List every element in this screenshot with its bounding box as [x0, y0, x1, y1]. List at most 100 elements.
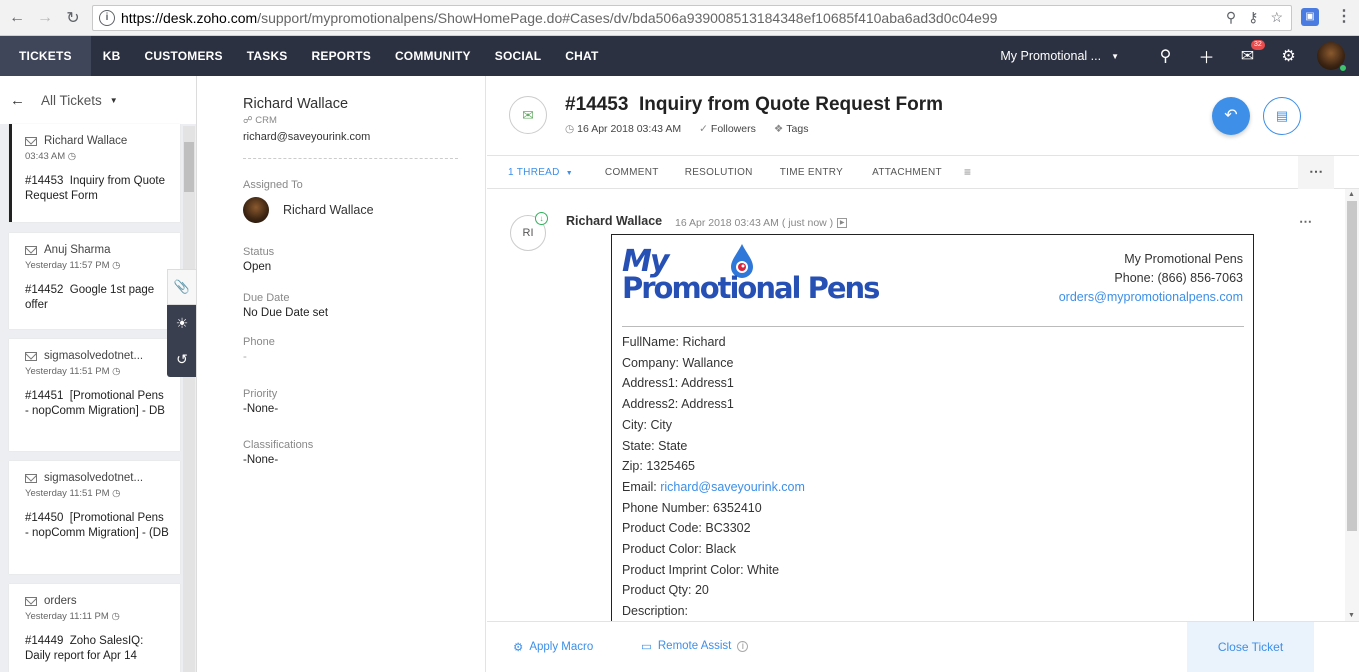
ticket-number: #14450	[25, 512, 64, 524]
reload-icon[interactable]: ↻	[62, 7, 84, 29]
ticket-time: Yesterday 11:51 PM ◷	[25, 366, 170, 377]
email-divider	[622, 326, 1244, 327]
tab-tasks[interactable]: TASKS	[235, 36, 300, 76]
classifications-value[interactable]: -None-	[243, 454, 485, 466]
gear-icon[interactable]: ⚙	[1268, 46, 1309, 66]
main-scrollbar-thumb[interactable]	[1347, 201, 1357, 531]
add-icon[interactable]: ＋	[1186, 44, 1227, 68]
priority-value[interactable]: -None-	[243, 403, 485, 415]
chevron-down-icon[interactable]: ▼	[110, 96, 118, 105]
field-value: White	[747, 562, 780, 577]
comment-button[interactable]: ▤	[1263, 97, 1301, 135]
main-scrollbar[interactable]: ▲ ▼	[1345, 189, 1359, 621]
form-field-row: Email: richard@saveyourink.com	[622, 477, 805, 498]
view-selector[interactable]: All Tickets	[41, 93, 102, 108]
tab-resolution[interactable]: RESOLUTION	[685, 167, 753, 178]
tags-link[interactable]: ❖ Tags	[774, 123, 809, 135]
status-clock-icon: ◷	[112, 260, 121, 271]
ticket-list-item[interactable]: sigmasolvedotnet... Yesterday 11:51 PM ◷ #…	[9, 339, 180, 451]
ticket-list-item[interactable]: Richard Wallace 03:43 AM ◷ #14453 Inquiry …	[9, 124, 180, 222]
contact-email[interactable]: richard@saveyourink.com	[243, 131, 485, 143]
ticket-list-item[interactable]: orders Yesterday 11:11 PM ◷ #14449 Zoho Sa…	[9, 584, 180, 672]
department-selector[interactable]: My Promotional ... ▼	[1000, 49, 1119, 63]
bookmark-star-icon[interactable]: ☆	[1270, 9, 1283, 26]
remote-assist-button[interactable]: ▭ Remote Assist i	[641, 639, 749, 653]
more-options-icon[interactable]: ⋯	[1298, 156, 1334, 189]
ticket-contact: Anuj Sharma	[25, 244, 170, 256]
assignee-field[interactable]: Richard Wallace	[243, 197, 485, 223]
back-arrow-icon[interactable]: ←	[10, 92, 25, 109]
extension-icon[interactable]: ▣	[1301, 8, 1319, 26]
notifications-icon[interactable]: ✉ 32	[1227, 40, 1268, 66]
due-date-value[interactable]: No Due Date set	[243, 307, 485, 319]
search-icon[interactable]: ⚲	[1145, 46, 1186, 66]
ticket-time: Yesterday 11:51 PM ◷	[25, 488, 170, 499]
tab-customers[interactable]: CUSTOMERS	[132, 36, 234, 76]
tab-attachment[interactable]: ATTACHMENT	[872, 167, 942, 178]
tab-thread[interactable]: 1 THREAD ▼	[508, 167, 573, 178]
form-field-row: State: State	[622, 436, 805, 457]
tab-reports[interactable]: REPORTS	[300, 36, 383, 76]
tab-time-entry[interactable]: TIME ENTRY	[780, 167, 843, 178]
field-value: State	[658, 438, 688, 453]
ticket-subject: #14453 Inquiry from Quote Request Form	[25, 174, 170, 204]
scroll-up-icon[interactable]: ▲	[1348, 191, 1355, 198]
info-icon[interactable]: i	[737, 640, 749, 652]
envelope-icon	[25, 473, 37, 483]
field-label: Company:	[622, 355, 679, 370]
classifications-label: Classifications	[243, 439, 314, 451]
form-field-row: Product Qty: 20	[622, 580, 805, 601]
contact-name[interactable]: Richard Wallace	[243, 96, 485, 112]
history-icon[interactable]: ↺	[167, 341, 196, 377]
priority-label: Priority	[243, 388, 278, 400]
bulb-icon[interactable]: ☀	[167, 305, 196, 341]
ticket-subject: #14450 [Promotional Pens - nopComm Migra…	[25, 511, 170, 541]
company-email-link[interactable]: orders@mypromotionalpens.com	[1059, 290, 1243, 304]
ticket-list-item[interactable]: Anuj Sharma Yesterday 11:57 PM ◷ #14452 Go…	[9, 233, 180, 329]
list-scrollbar[interactable]	[183, 126, 195, 672]
company-block: My Promotional Pens Phone: (866) 856-706…	[1059, 250, 1243, 307]
list-scrollbar-thumb[interactable]	[184, 142, 194, 192]
thread-more-icon[interactable]: ⋯	[1299, 214, 1312, 230]
play-icon[interactable]: ▶	[837, 218, 848, 229]
reply-button[interactable]: ↶	[1212, 97, 1250, 135]
field-email-link[interactable]: richard@saveyourink.com	[660, 480, 805, 494]
ticket-contact: sigmasolvedotnet...	[25, 472, 170, 484]
zoom-icon[interactable]: ⚲	[1226, 9, 1236, 26]
key-icon[interactable]: ⚷	[1248, 9, 1258, 26]
company-logo: My Promotional Pens	[622, 243, 897, 305]
forward-icon[interactable]: →	[34, 7, 56, 29]
form-fields: FullName: Richard Company: Wallance Addres…	[622, 332, 805, 622]
clock-icon: ◷	[565, 123, 575, 135]
ticket-contact: sigmasolvedotnet...	[25, 350, 170, 362]
tags-label: Tags	[786, 123, 809, 135]
field-label: State:	[622, 438, 655, 453]
filter-lines-icon[interactable]: ≡	[964, 165, 971, 179]
phone-value[interactable]: -	[243, 351, 485, 363]
attachment-clip-icon[interactable]: 📎	[167, 269, 196, 305]
ticket-list-item[interactable]: sigmasolvedotnet... Yesterday 11:51 PM ◷ #…	[9, 461, 180, 574]
tab-social[interactable]: SOCIAL	[483, 36, 554, 76]
scroll-down-icon[interactable]: ▼	[1348, 612, 1355, 619]
user-avatar[interactable]	[1317, 42, 1347, 72]
address-bar[interactable]: i https://desk.zoho.com/support/mypromot…	[92, 5, 1292, 31]
tab-community[interactable]: COMMUNITY	[383, 36, 483, 76]
tab-tickets[interactable]: TICKETS	[0, 36, 91, 76]
tab-kb[interactable]: KB	[91, 36, 133, 76]
followers-link[interactable]: ✓ Followers	[699, 123, 756, 135]
app-top-nav: TICKETS KB CUSTOMERS TASKS REPORTS COMMUNITY S…	[0, 36, 1359, 76]
close-ticket-button[interactable]: Close Ticket	[1187, 622, 1314, 672]
tab-chat[interactable]: CHAT	[553, 36, 610, 76]
field-label: Product Code:	[622, 521, 702, 536]
form-field-row: Product Code: BC3302	[622, 518, 805, 539]
ticket-number: #14453	[565, 94, 629, 115]
ticket-time-text: 03:43 AM	[25, 151, 66, 162]
browser-menu-icon[interactable]: ⋮	[1336, 8, 1352, 26]
back-icon[interactable]: ←	[6, 7, 28, 29]
site-info-icon[interactable]: i	[99, 10, 115, 26]
status-value[interactable]: Open	[243, 261, 485, 273]
ticket-time-text: Yesterday 11:11 PM	[25, 611, 109, 622]
apply-macro-button[interactable]: ⚙ Apply Macro	[513, 640, 593, 654]
thread-author[interactable]: Richard Wallace	[566, 214, 662, 228]
tab-comment[interactable]: COMMENT	[605, 167, 659, 178]
